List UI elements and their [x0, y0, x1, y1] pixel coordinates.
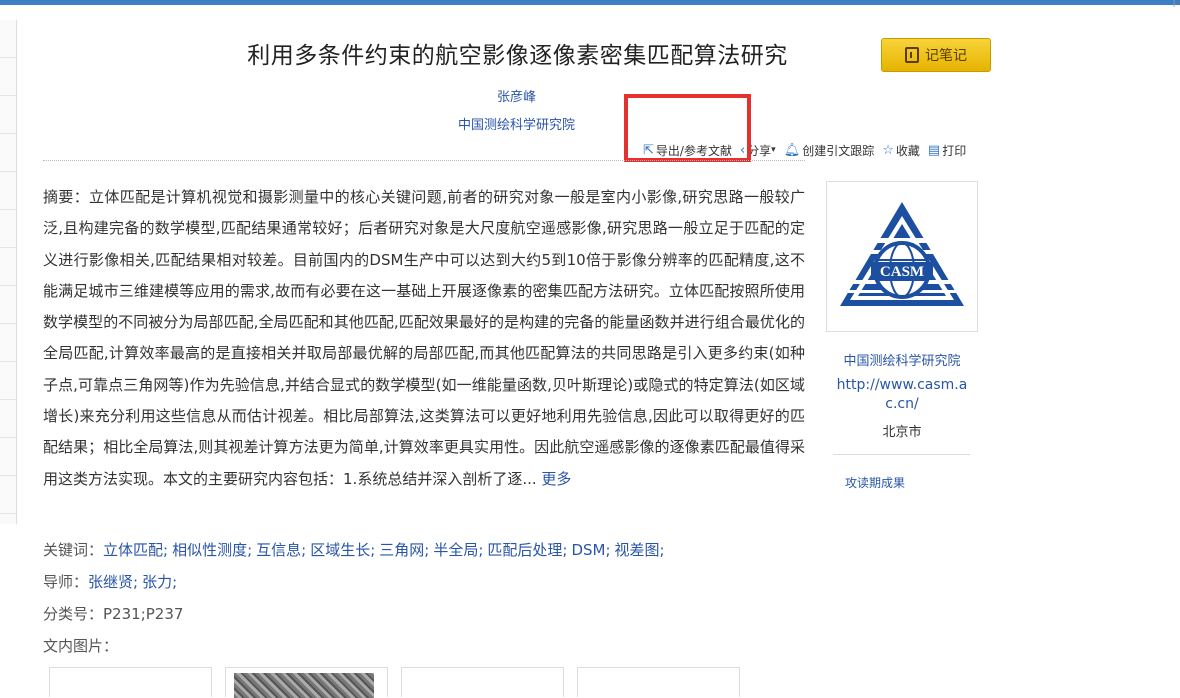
sidebar-org-name[interactable]: 中国测绘科学研究院: [826, 350, 978, 369]
research-results-link[interactable]: 攻读期成果: [845, 474, 905, 491]
favorite-button[interactable]: ☆ 收藏: [882, 142, 920, 159]
keyword-link[interactable]: 匹配后处理;: [487, 541, 567, 559]
keyword-link[interactable]: 立体匹配;: [103, 541, 168, 559]
keyword-link[interactable]: 半全局;: [433, 541, 483, 559]
sidebar-org-url[interactable]: http://www.casm.ac.cn/: [833, 376, 971, 414]
institution-logo[interactable]: CASM: [826, 181, 978, 332]
favorite-label: 收藏: [895, 143, 920, 158]
institution-link[interactable]: 中国测绘科学研究院: [0, 114, 1033, 133]
keyword-link[interactable]: 相似性测度;: [172, 541, 252, 559]
top-bar: [0, 0, 1180, 5]
author-list: 张彦峰: [0, 86, 1033, 105]
classification-label: 分类号：: [43, 605, 104, 623]
chevron-down-icon: ▾: [771, 145, 776, 155]
keyword-link[interactable]: 互信息;: [256, 541, 306, 559]
header-divider: [43, 160, 805, 161]
abstract: 摘要：立体匹配是计算机视觉和摄影测量中的核心关键问题,前者的研究对象一般是室内小…: [43, 182, 805, 495]
print-label: 打印: [942, 143, 967, 158]
article-toolbar: ⇱ 导出/参考文献 ‹ 分享 ▾ 🔔︎ 创建引文跟踪 ☆ 收藏 ▤ 打印: [643, 140, 966, 160]
more-link[interactable]: 更多: [541, 470, 571, 488]
page-title: 利用多条件约束的航空影像逐像素密集匹配算法研究: [247, 43, 788, 69]
casm-logo-icon: CASM: [840, 202, 964, 306]
figure-thumbnail[interactable]: [49, 667, 212, 697]
star-icon: ☆: [882, 142, 894, 158]
figure-thumbnail[interactable]: [401, 667, 564, 697]
share-icon: ‹: [739, 142, 746, 158]
classification-value: P231;P237: [103, 605, 184, 623]
export-label: 导出/参考文献: [655, 143, 732, 158]
share-button[interactable]: ‹ 分享 ▾: [740, 142, 776, 159]
advisor-link[interactable]: 张继贤;: [88, 573, 138, 591]
take-notes-button[interactable]: 记笔记: [881, 38, 991, 72]
abstract-text: 摘要：立体匹配是计算机视觉和摄影测量中的核心关键问题,前者的研究对象一般是室内小…: [43, 188, 805, 488]
citation-tracking-button[interactable]: 🔔︎ 创建引文跟踪: [784, 142, 875, 159]
sidebar-divider: [833, 454, 970, 455]
bell-icon: 🔔︎: [783, 142, 801, 158]
corner-text: |: [1172, 0, 1176, 7]
share-label: 分享: [747, 143, 772, 158]
figure-thumbnail[interactable]: [225, 667, 388, 698]
export-icon: ⇱: [643, 142, 654, 158]
figure-image: [234, 673, 374, 698]
figure-thumbnail[interactable]: [577, 667, 740, 697]
advisor-link[interactable]: 张力;: [142, 573, 177, 591]
keyword-link[interactable]: 区域生长;: [310, 541, 375, 559]
keyword-link[interactable]: 视差图;: [615, 541, 665, 559]
keyword-link[interactable]: 三角网;: [379, 541, 429, 559]
keywords-label: 关键词：: [43, 541, 104, 559]
printer-icon: ▤: [927, 142, 941, 158]
take-notes-label: 记笔记: [925, 48, 967, 64]
classification-row: 分类号：P231;P237: [43, 603, 183, 624]
print-button[interactable]: ▤ 打印: [928, 142, 966, 159]
logo-text: CASM: [880, 264, 924, 280]
author-link[interactable]: 张彦峰: [497, 90, 536, 105]
figures-label: 文内图片：: [43, 637, 119, 655]
citation-tracking-label: 创建引文跟踪: [802, 143, 875, 158]
keyword-link[interactable]: DSM;: [571, 541, 610, 559]
export-references-button[interactable]: ⇱ 导出/参考文献: [643, 142, 732, 159]
advisors-label: 导师：: [43, 573, 89, 591]
advisors-row: 导师：张继贤; 张力;: [43, 571, 181, 592]
sidebar-org-city: 北京市: [882, 425, 922, 440]
keywords-row: 关键词：立体匹配; 相似性测度; 互信息; 区域生长; 三角网; 半全局; 匹配后处理; DS…: [43, 539, 669, 560]
notebook-icon: [905, 47, 919, 63]
